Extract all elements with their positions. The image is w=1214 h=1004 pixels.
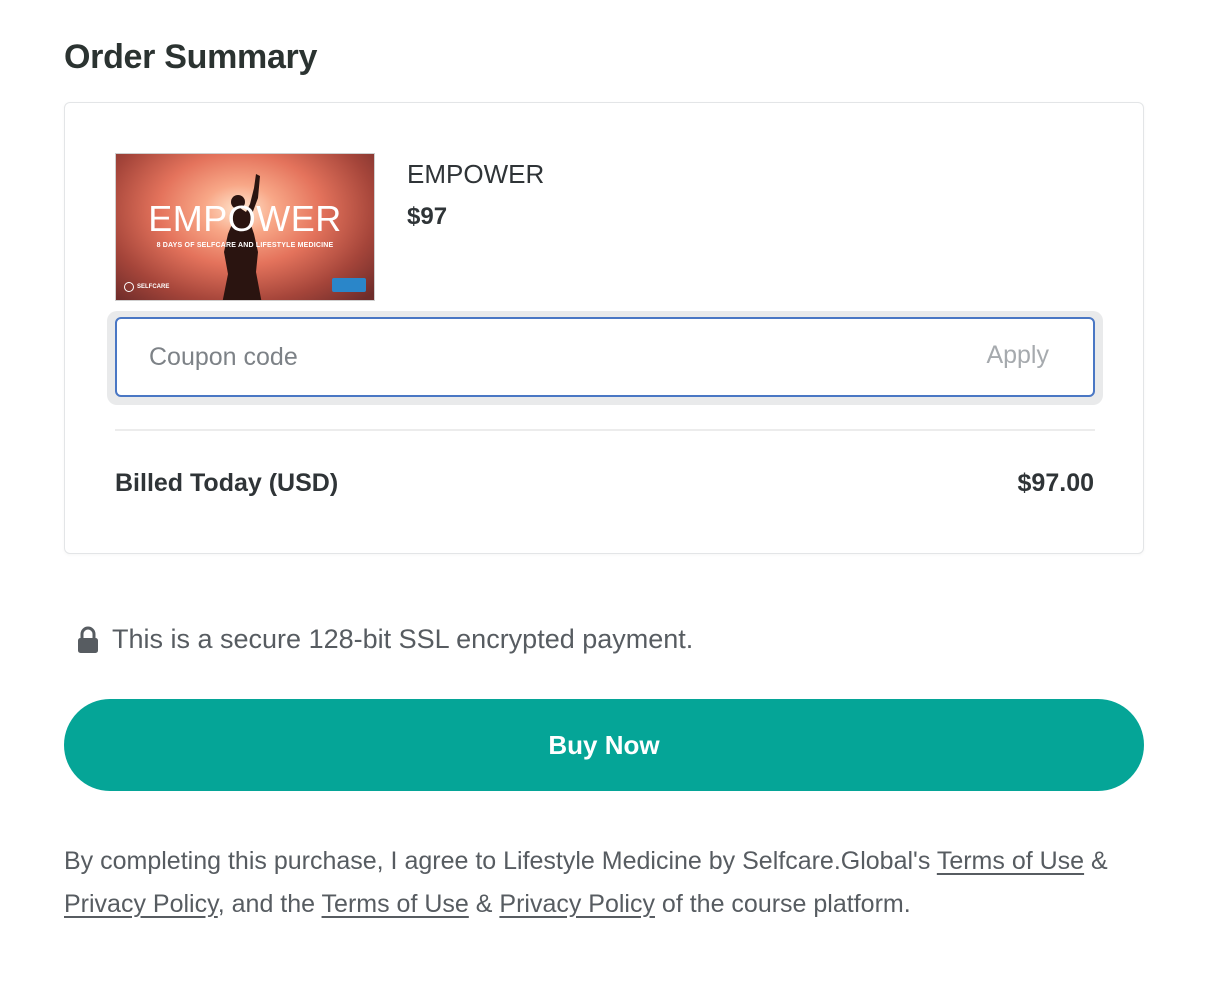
secure-payment-notice: This is a secure 128-bit SSL encrypted p… [76,624,693,655]
legal-amp: & [1084,847,1108,875]
coupon-field[interactable]: Apply [115,317,1095,397]
order-summary-card: EMPOWER 8 DAYS OF SELFCARE AND LIFESTYLE… [64,102,1144,554]
billed-today-amount: $97.00 [1017,469,1094,497]
brand-name: SELFCARE [137,284,170,290]
secure-payment-text: This is a secure 128-bit SSL encrypted p… [112,624,694,654]
coupon-input[interactable] [149,319,929,395]
buy-now-button[interactable]: Buy Now [64,699,1144,791]
platform-privacy-policy-link[interactable]: Privacy Policy [499,890,655,918]
thumbnail-subtitle: 8 DAYS OF SELFCARE AND LIFESTYLE MEDICIN… [156,242,334,249]
legal-middle: , and the [217,890,322,918]
thumbnail-brand: SELFCARE [124,282,169,292]
lock-icon [78,626,98,653]
legal-amp: & [468,890,500,918]
product-price: $97 [407,203,448,230]
coupon-focus-ring: Apply [107,311,1103,405]
page-title: Order Summary [64,38,318,76]
product-name: EMPOWER [407,159,545,189]
legal-prefix: By completing this purchase, I agree to … [64,847,937,875]
divider [115,429,1095,431]
legal-suffix: of the course platform. [654,890,911,918]
platform-terms-of-use-link[interactable]: Terms of Use [322,890,469,918]
terms-of-use-link[interactable]: Terms of Use [937,847,1084,875]
brand-logo-icon [124,282,134,292]
partner-badge-icon [332,278,366,292]
thumbnail-headline: EMPOWER [148,198,342,239]
billed-today-label: Billed Today (USD) [115,469,339,497]
legal-text: By completing this purchase, I agree to … [64,840,1154,926]
apply-button[interactable]: Apply [986,341,1049,370]
privacy-policy-link[interactable]: Privacy Policy [64,890,218,918]
product-thumbnail: EMPOWER 8 DAYS OF SELFCARE AND LIFESTYLE… [115,153,375,301]
